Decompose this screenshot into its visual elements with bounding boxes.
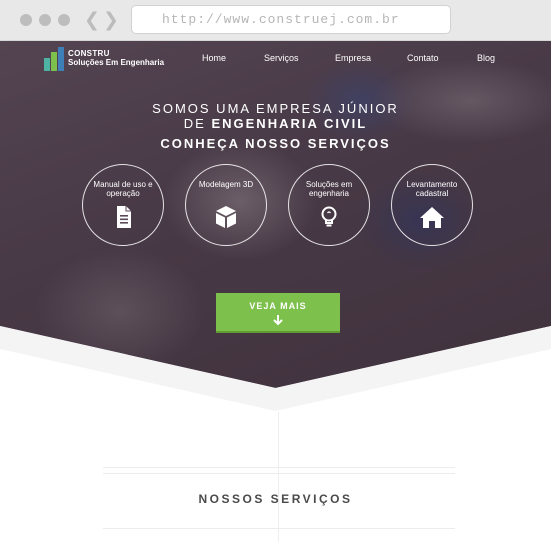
nav-home[interactable]: Home [202,53,226,63]
center-divider [278,412,279,542]
section-title: NOSSOS SERVIÇOS [198,492,353,506]
url-text: http://www.construej.com.br [162,12,400,27]
service-label: Manual de uso e operação [93,180,153,198]
veja-mais-button[interactable]: VEJA MAIS [216,293,340,333]
hero-headline-1: SOMOS UMA EMPRESA JÚNIOR [152,101,399,116]
service-label: Modelagem 3D [198,180,254,189]
chevron-left-icon[interactable]: ❮ [84,10,100,30]
browser-toolbar: ❮ ❯ http://www.construej.com.br [0,0,551,41]
chevron-right-icon[interactable]: ❯ [103,10,119,30]
document-icon [117,206,131,228]
window-minimize-dot[interactable] [39,14,51,26]
brand-name: CONSTRU [68,49,110,58]
service-levantamento[interactable]: Levantamento cadastral [391,164,473,246]
address-bar[interactable]: http://www.construej.com.br [131,5,451,34]
logo[interactable]: CONSTRU Soluções Em Engenharia [44,47,174,71]
service-modelagem[interactable]: Modelagem 3D [185,164,267,246]
hero-headline-2: DE ENGENHARIA CIVIL [0,116,551,131]
nav-contato[interactable]: Contato [407,53,439,63]
nav-blog[interactable]: Blog [477,53,495,63]
section-rule-top [103,467,455,468]
arrow-down-icon [273,315,283,326]
service-manual[interactable]: Manual de uso e operação [82,164,164,246]
service-solucoes[interactable]: Soluções em engenharia [288,164,370,246]
service-label: Levantamento cadastral [406,180,458,198]
house-icon [420,207,444,228]
section-rule-top-2 [103,473,455,474]
hero-headline-2-bold: ENGENHARIA CIVIL [211,116,368,131]
service-label: Soluções em engenharia [305,180,353,198]
cta-label: VEJA MAIS [249,301,307,311]
hero-subheading: CONHEÇA NOSSO SERVIÇOS [160,136,391,151]
lightbulb-icon [321,206,337,227]
brand-tagline: Soluções Em Engenharia [68,58,165,67]
window-close-dot[interactable] [20,14,32,26]
nav-empresa[interactable]: Empresa [335,53,371,63]
nav-servicos[interactable]: Serviços [264,53,299,63]
window-maximize-dot[interactable] [58,14,70,26]
building-logo-icon [44,47,64,71]
hero-headline-2-prefix: DE [183,116,206,131]
cube-icon [216,206,236,228]
section-rule-bottom [103,528,455,529]
